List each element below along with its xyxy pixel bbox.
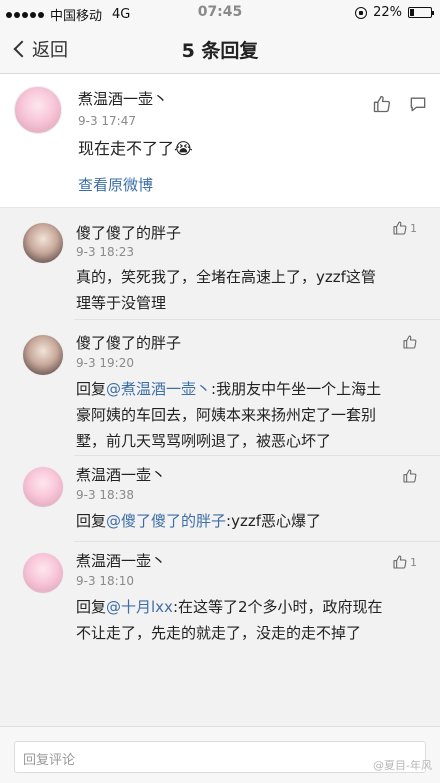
reply-text-line: 真的，笑死我了，全堵在高速上了，yzzf这管 [76,268,376,286]
mention-link[interactable]: @煮温酒一壶丶 [106,380,211,398]
reply-text-line: 墅，前几天骂骂咧咧退了，被恶心坏了 [76,432,332,450]
like-count: 1 [410,221,417,235]
reply-prefix: 回复 [76,512,107,530]
reply-text-line: 豪阿姨的车回去，阿姨本来来扬州定了一套别 [76,406,377,424]
mention-link[interactable]: @十月lxx [106,598,173,616]
author-name[interactable]: 傻了傻了的胖子 [76,222,181,243]
avatar[interactable] [14,86,62,134]
battery-icon [408,7,434,18]
reply-list: 傻了傻了的胖子 9-3 18:23 真的，笑死我了，全堵在高速上了，yzzf这管… [0,208,440,658]
reply-text: 回复@傻了傻了的胖子:yzzf恶心爆了 [76,508,321,534]
thumbs-up-icon [373,95,391,113]
reply-item: 煮温酒一壶丶 9-3 18:38 回复@傻了傻了的胖子:yzzf恶心爆了 [0,456,440,542]
crying-emoji: 😭 [174,139,193,158]
author-name[interactable]: 傻了傻了的胖子 [76,332,181,353]
speech-bubble-icon [410,97,426,112]
like-count: 1 [410,555,417,569]
reply-text-line: 回复@十月lxx:在这等了2个多小时，政府现在 [76,594,383,620]
post-text-body: 现在走不了了 [78,139,175,158]
battery-percent: 22% [373,5,402,20]
reply-input[interactable]: 回复评论 [14,741,426,773]
like-button[interactable]: 1 [392,220,417,236]
post-text: 现在走不了了😭 [78,136,193,162]
reply-item: 傻了傻了的胖子 9-3 19:20 回复@煮温酒一壶丶:我朋友中午坐一个上海土 … [0,320,440,456]
reply-time: 9-3 18:10 [76,574,134,588]
mention-link[interactable]: @傻了傻了的胖子 [106,512,226,530]
like-button[interactable]: 1 [392,554,417,570]
view-original-link[interactable]: 查看原微博 [78,174,153,195]
thumbs-up-icon [393,555,407,569]
like-button[interactable] [402,334,418,354]
rotation-lock-icon [355,6,368,19]
nav-bar: 返回 5 条回复 [0,24,440,74]
reply-time: 9-3 18:38 [76,488,134,502]
reply-body: :我朋友中午坐一个上海土 [211,380,382,398]
reply-body: :yzzf恶心爆了 [226,512,321,530]
author-name[interactable]: 煮温酒一壶丶 [76,550,166,571]
page-title: 5 条回复 [181,40,259,62]
status-right: 22% [355,5,434,20]
reply-text: 回复@十月lxx:在这等了2个多小时，政府现在 不让走了，先走的就走了，没走的走… [76,594,383,646]
original-comment: 煮温酒一壶丶 9-3 17:47 现在走不了了😭 查看原微博 [0,74,440,208]
author-name[interactable]: 煮温酒一壶丶 [78,88,168,109]
like-button[interactable] [402,468,418,488]
avatar[interactable] [22,222,64,264]
author-name[interactable]: 煮温酒一壶丶 [76,464,166,485]
reply-time: 9-3 19:20 [76,356,134,370]
thumbs-up-icon [403,469,417,483]
reply-input-bar: 回复评论 @夏目-年风 [0,726,440,783]
thumbs-up-icon [403,335,417,349]
reply-text: 回复@煮温酒一壶丶:我朋友中午坐一个上海土 豪阿姨的车回去，阿姨本来来扬州定了一… [76,376,381,454]
reply-text-line: 回复@煮温酒一壶丶:我朋友中午坐一个上海土 [76,376,381,402]
reply-text: 真的，笑死我了，全堵在高速上了，yzzf这管 理等于没管理 [76,264,376,316]
reply-time: 9-3 18:23 [76,245,134,259]
reply-item: 傻了傻了的胖子 9-3 18:23 真的，笑死我了，全堵在高速上了，yzzf这管… [0,208,440,320]
avatar[interactable] [22,552,64,594]
watermark: @夏目-年风 [373,759,432,772]
reply-prefix: 回复 [76,380,107,398]
avatar[interactable] [22,334,64,376]
avatar[interactable] [22,466,64,508]
reply-prefix: 回复 [76,598,107,616]
post-time: 9-3 17:47 [78,114,136,128]
thumbs-up-icon [393,221,407,235]
status-bar: 中国移动 4G 07:45 22% [0,0,440,24]
reply-text-line: 理等于没管理 [76,294,167,312]
comment-button[interactable] [408,94,428,118]
reply-body: :在这等了2个多小时，政府现在 [172,598,383,616]
reply-item: 煮温酒一壶丶 9-3 18:10 回复@十月lxx:在这等了2个多小时，政府现在… [0,542,440,658]
reply-text-line: 不让走了，先走的就走了，没走的走不掉了 [76,624,362,642]
like-button[interactable] [372,94,392,114]
